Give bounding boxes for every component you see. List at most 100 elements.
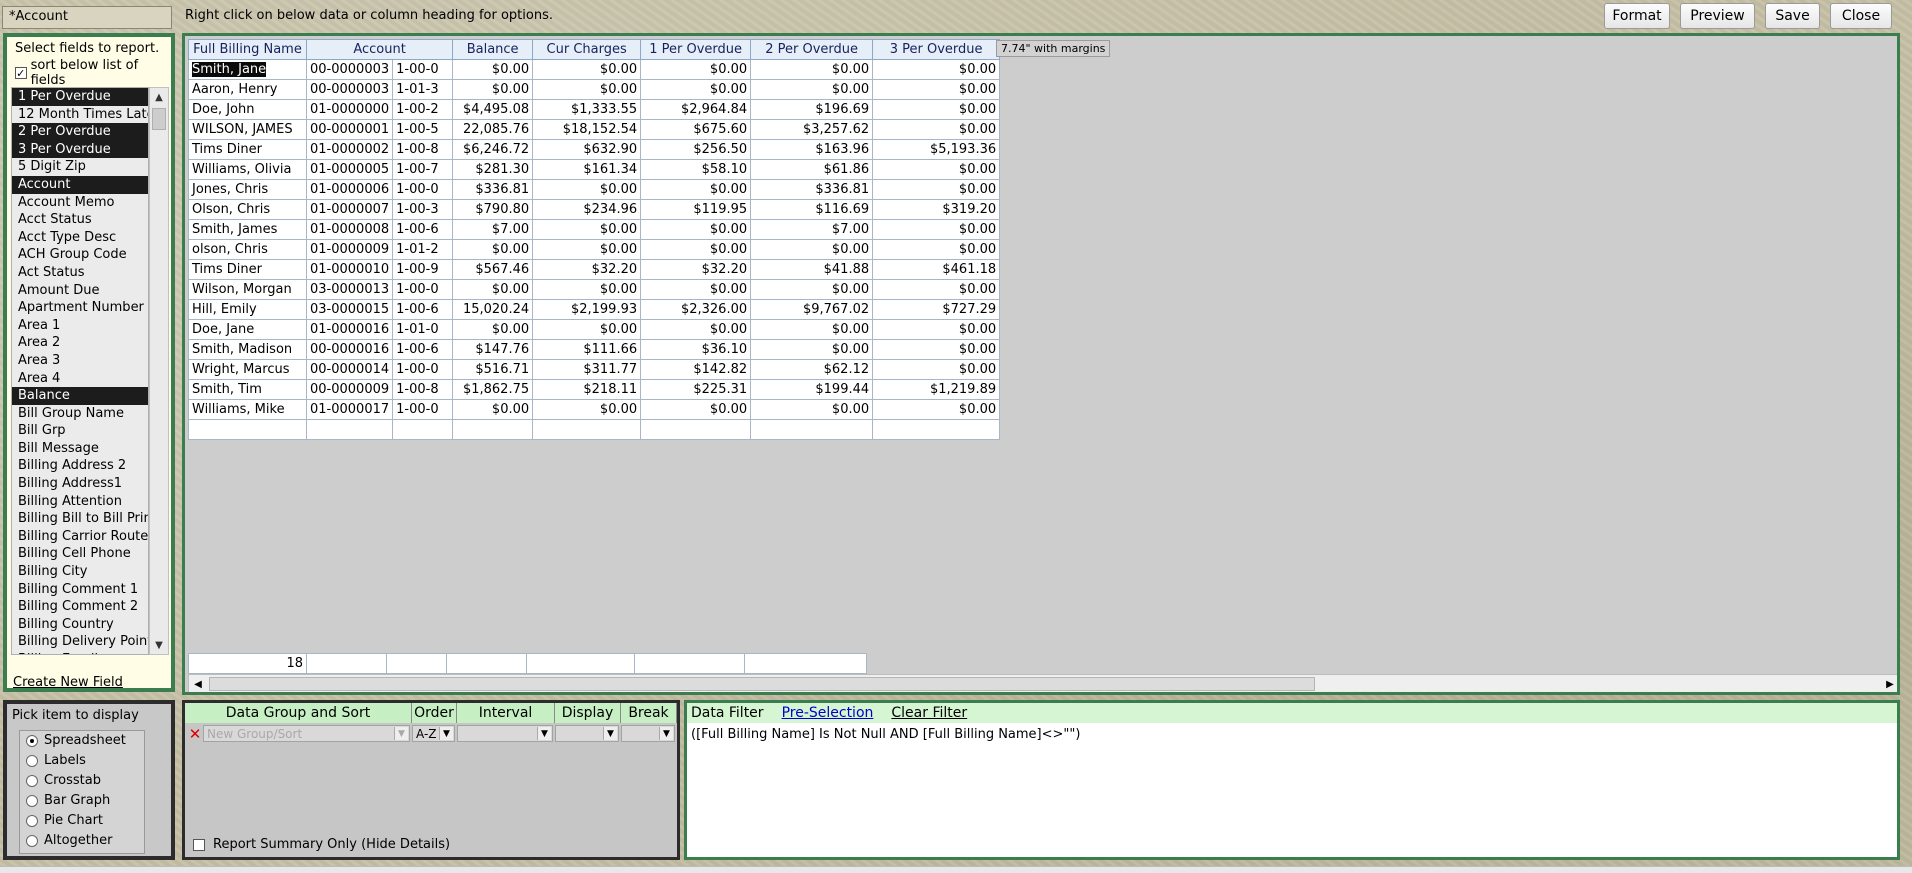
table-cell[interactable]: 1-00-7 bbox=[392, 159, 454, 180]
table-cell[interactable]: 01-0000017 bbox=[305, 399, 394, 420]
radio-button[interactable] bbox=[26, 794, 38, 807]
field-list-item[interactable]: Apartment Number bbox=[12, 299, 148, 317]
table-cell[interactable]: $336.81 bbox=[452, 179, 534, 200]
chevron-down-icon[interactable]: ▼ bbox=[659, 727, 673, 740]
table-row[interactable]: Williams, Olivia 01-0000005 1-00-7 $281.30 $… bbox=[188, 159, 1001, 180]
horizontal-scrollbar[interactable]: ◀ ▶ bbox=[188, 674, 1897, 692]
table-cell[interactable]: Hill, Emily bbox=[188, 299, 307, 320]
table-row[interactable]: olson, Chris 01-0000009 1-01-2 $0.00 $0.00 $0… bbox=[188, 239, 1001, 260]
table-cell[interactable]: $0.00 bbox=[640, 239, 752, 260]
table-cell[interactable]: $0.00 bbox=[750, 279, 874, 300]
table-cell[interactable]: $675.60 bbox=[640, 119, 752, 140]
table-cell[interactable] bbox=[452, 419, 534, 440]
table-cell[interactable]: 01-0000002 bbox=[305, 139, 394, 160]
order-select[interactable]: A-Z ▼ bbox=[412, 725, 455, 742]
table-cell[interactable]: $0.00 bbox=[750, 399, 874, 420]
table-cell[interactable]: 00-0000003 bbox=[305, 79, 394, 100]
table-cell[interactable]: $0.00 bbox=[532, 179, 642, 200]
table-cell[interactable]: 01-0000000 bbox=[305, 99, 394, 120]
table-cell[interactable]: $336.81 bbox=[750, 179, 874, 200]
field-list-item[interactable]: Amount Due bbox=[12, 282, 148, 300]
table-cell[interactable]: Aaron, Henry bbox=[188, 79, 307, 100]
table-cell[interactable]: $567.46 bbox=[452, 259, 534, 280]
table-cell[interactable]: 00-0000014 bbox=[305, 359, 394, 380]
table-cell[interactable]: $311.77 bbox=[532, 359, 642, 380]
table-cell[interactable]: 1-00-5 bbox=[392, 119, 454, 140]
table-cell[interactable]: $2,964.84 bbox=[640, 99, 752, 120]
field-list-item[interactable]: Billing Email bbox=[12, 651, 148, 654]
table-cell[interactable]: $0.00 bbox=[872, 219, 1001, 240]
table-cell[interactable]: $147.76 bbox=[452, 339, 534, 360]
table-row[interactable]: Smith, Tim 00-0000009 1-00-8 $1,862.75 $218.… bbox=[188, 379, 1001, 400]
field-list-item[interactable]: Balance bbox=[12, 387, 148, 405]
field-list-item[interactable]: 5 Digit Zip bbox=[12, 158, 148, 176]
table-cell[interactable]: $0.00 bbox=[640, 59, 752, 80]
table-cell[interactable]: $0.00 bbox=[872, 179, 1001, 200]
table-row[interactable]: Olson, Chris 01-0000007 1-00-3 $790.80 $234.… bbox=[188, 199, 1001, 220]
table-cell[interactable]: $0.00 bbox=[532, 59, 642, 80]
table-cell[interactable]: $4,495.08 bbox=[452, 99, 534, 120]
table-cell[interactable]: 22,085.76 bbox=[452, 119, 534, 140]
field-list-scrollbar[interactable]: ▲ ▼ bbox=[149, 87, 169, 655]
interval-select[interactable]: ▼ bbox=[457, 725, 553, 742]
table-cell[interactable]: 00-0000001 bbox=[305, 119, 394, 140]
table-cell[interactable]: $7.00 bbox=[452, 219, 534, 240]
table-cell[interactable]: $225.31 bbox=[640, 379, 752, 400]
table-cell[interactable]: $61.86 bbox=[750, 159, 874, 180]
table-cell[interactable]: 03-0000013 bbox=[305, 279, 394, 300]
table-cell[interactable]: $116.69 bbox=[750, 199, 874, 220]
field-list-item[interactable]: Area 2 bbox=[12, 334, 148, 352]
table-cell[interactable]: Olson, Chris bbox=[188, 199, 307, 220]
table-cell[interactable]: WILSON, JAMES bbox=[188, 119, 307, 140]
field-list-item[interactable]: Billing Country bbox=[12, 616, 148, 634]
table-cell[interactable]: $3,257.62 bbox=[750, 119, 874, 140]
table-cell[interactable]: $1,219.89 bbox=[872, 379, 1001, 400]
field-list-item[interactable]: Acct Type Desc bbox=[12, 229, 148, 247]
field-list-item[interactable]: 2 Per Overdue bbox=[12, 123, 148, 141]
table-cell[interactable]: $196.69 bbox=[750, 99, 874, 120]
table-cell[interactable]: $0.00 bbox=[640, 79, 752, 100]
table-row[interactable]: Doe, Jane 01-0000016 1-01-0 $0.00 $0.00 $0.00… bbox=[188, 319, 1001, 340]
table-cell[interactable]: $0.00 bbox=[640, 279, 752, 300]
table-cell[interactable]: $0.00 bbox=[452, 319, 534, 340]
scroll-thumb[interactable] bbox=[152, 108, 166, 130]
filter-expression[interactable]: ([Full Billing Name] Is Not Null AND [Fu… bbox=[691, 727, 1080, 742]
field-list-item[interactable]: Billing Address1 bbox=[12, 475, 148, 493]
display-option-pie-chart[interactable]: Pie Chart bbox=[26, 813, 103, 828]
table-cell[interactable]: $163.96 bbox=[750, 139, 874, 160]
table-cell[interactable]: $58.10 bbox=[640, 159, 752, 180]
table-cell[interactable]: Smith, Madison bbox=[188, 339, 307, 360]
summary-only-row[interactable]: Report Summary Only (Hide Details) bbox=[193, 837, 450, 852]
sort-fields-row[interactable]: ✓ sort below list of fields bbox=[15, 58, 171, 88]
table-row[interactable]: Wright, Marcus 00-0000014 1-00-0 $516.71 $31… bbox=[188, 359, 1001, 380]
table-cell[interactable]: $0.00 bbox=[452, 239, 534, 260]
table-cell[interactable] bbox=[640, 419, 752, 440]
table-cell[interactable]: 1-01-2 bbox=[392, 239, 454, 260]
table-cell[interactable]: 1-00-0 bbox=[392, 359, 454, 380]
table-cell[interactable] bbox=[305, 419, 394, 440]
table-cell[interactable]: $0.00 bbox=[872, 239, 1001, 260]
table-cell[interactable]: $142.82 bbox=[640, 359, 752, 380]
table-cell[interactable]: $2,326.00 bbox=[640, 299, 752, 320]
scroll-down-icon[interactable]: ▼ bbox=[150, 636, 168, 654]
table-cell[interactable]: $62.12 bbox=[750, 359, 874, 380]
field-list-item[interactable]: Bill Message bbox=[12, 440, 148, 458]
table-row[interactable]: Tims Diner 01-0000010 1-00-9 $567.46 $32.20 $… bbox=[188, 259, 1001, 280]
column-header[interactable]: 2 Per Overdue bbox=[750, 39, 874, 60]
table-row[interactable]: Smith, Madison 00-0000016 1-00-6 $147.76 $11… bbox=[188, 339, 1001, 360]
table-cell[interactable]: $7.00 bbox=[750, 219, 874, 240]
scroll-left-icon[interactable]: ◀ bbox=[189, 675, 207, 692]
table-cell[interactable]: Wilson, Morgan bbox=[188, 279, 307, 300]
table-cell[interactable]: Jones, Chris bbox=[188, 179, 307, 200]
table-cell[interactable]: $0.00 bbox=[640, 399, 752, 420]
table-cell[interactable]: Smith, Jane bbox=[188, 59, 307, 80]
break-select[interactable]: ▼ bbox=[621, 725, 675, 742]
field-list-item[interactable]: Area 1 bbox=[12, 317, 148, 335]
table-cell[interactable] bbox=[872, 419, 1001, 440]
table-cell[interactable]: $0.00 bbox=[452, 59, 534, 80]
field-list-item[interactable]: Billing Carrior Route bbox=[12, 528, 148, 546]
table-cell[interactable]: 01-0000010 bbox=[305, 259, 394, 280]
field-list-item[interactable]: 12 Month Times Late bbox=[12, 106, 148, 124]
field-list-item[interactable]: Account bbox=[12, 175, 148, 194]
table-cell[interactable]: $6,246.72 bbox=[452, 139, 534, 160]
